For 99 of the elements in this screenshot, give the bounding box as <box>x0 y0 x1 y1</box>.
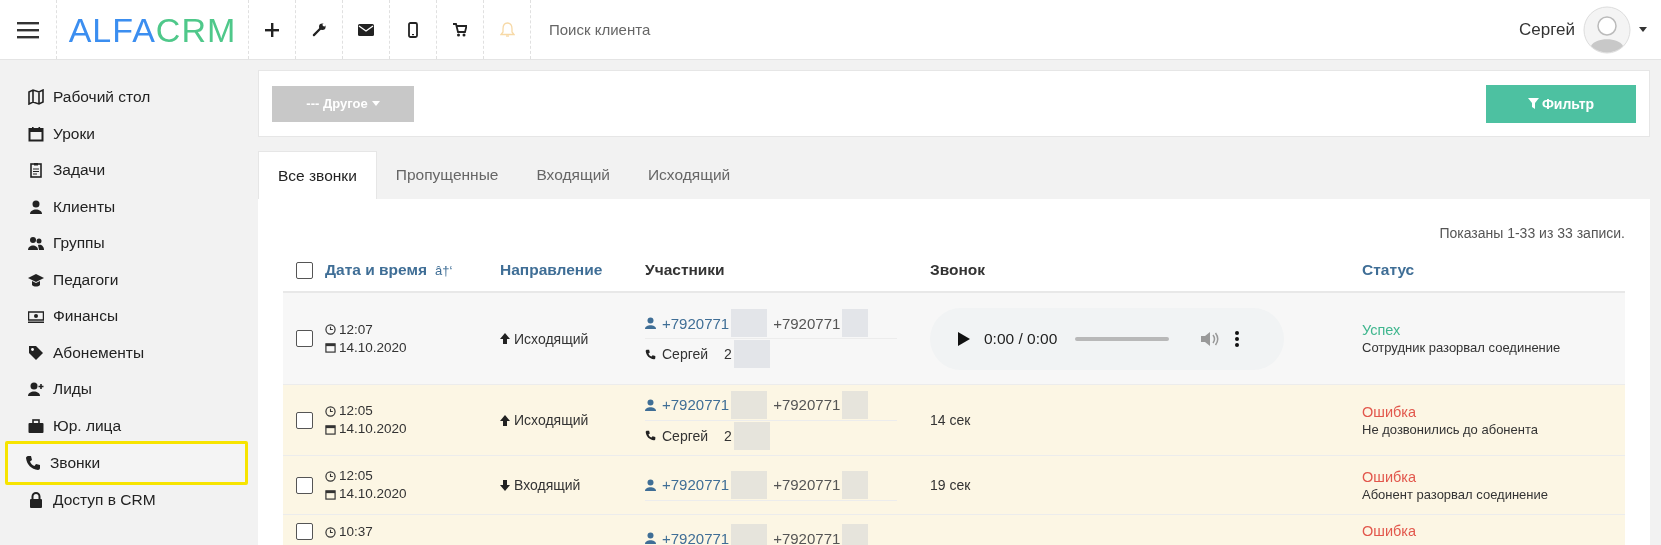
call-date: 14.10.2020 <box>339 338 407 357</box>
sidebar-icon <box>28 492 44 509</box>
sidebar-item[interactable]: Задачи <box>5 152 248 189</box>
sidebar-icon <box>28 198 44 215</box>
row-checkbox[interactable] <box>295 476 313 494</box>
row-checkbox[interactable] <box>295 411 313 429</box>
sidebar-item[interactable]: Лиды <box>5 371 248 408</box>
call-time: 10:37 <box>339 523 373 541</box>
call-duration: 14 сек <box>930 412 971 428</box>
sidebar-item[interactable]: Доступ в CRM <box>5 482 248 519</box>
person-icon <box>645 478 656 491</box>
caret-icon[interactable] <box>1639 27 1647 32</box>
wrench-icon[interactable] <box>311 22 327 37</box>
audio-player[interactable]: 0:00 / 0:00 <box>930 307 1284 370</box>
phone-number: +7920771 <box>773 529 841 545</box>
client-phone[interactable]: +7920771 <box>662 529 730 545</box>
sidebar-item[interactable]: Звонки <box>5 441 248 485</box>
sidebar-item[interactable]: Абонементы <box>5 334 248 371</box>
cart-icon[interactable] <box>453 22 467 37</box>
sidebar-icon <box>28 271 44 288</box>
client-phone[interactable]: +7920771 <box>662 314 730 332</box>
call-date: 14.10.2020 <box>339 420 407 438</box>
user-name[interactable]: Сергей <box>1519 19 1575 40</box>
column-header: Участники <box>645 261 725 279</box>
call-duration: 19 сек <box>930 477 971 493</box>
column-header: Звонок <box>930 261 986 279</box>
sidebar-icon <box>28 89 44 106</box>
calendar-icon <box>325 488 336 500</box>
clock-icon <box>325 405 336 417</box>
call-direction: Входящий <box>514 477 581 493</box>
status-title: Ошибка <box>1362 403 1418 420</box>
sidebar-icon <box>28 308 44 325</box>
envelope-icon[interactable] <box>358 23 374 36</box>
employee-extension: 2 <box>724 427 732 444</box>
sidebar-item[interactable]: Финансы <box>5 298 248 335</box>
status-title: Ошибка <box>1362 523 1418 539</box>
person-icon <box>645 532 656 544</box>
tab[interactable]: Исходящий <box>628 151 750 199</box>
call-time: 12:07 <box>339 320 373 339</box>
sidebar-icon <box>28 162 44 179</box>
column-header[interactable]: Дата и время <box>325 261 427 279</box>
search-field[interactable]: Поиск клиента <box>547 0 851 59</box>
menu-icon[interactable] <box>17 20 39 39</box>
play-icon[interactable] <box>958 331 970 346</box>
call-direction: Исходящий <box>514 330 589 347</box>
calendar-icon <box>325 423 336 435</box>
plus-icon[interactable] <box>265 22 279 37</box>
column-header[interactable]: Статус <box>1362 261 1415 279</box>
sidebar-item[interactable]: Педагоги <box>5 261 248 298</box>
call-time: 12:05 <box>339 402 373 420</box>
status-detail: Не дозвонились до абонента <box>1362 421 1539 437</box>
tab[interactable]: Все звонки <box>258 151 377 199</box>
sidebar-icon <box>28 417 44 434</box>
row-checkbox[interactable] <box>295 330 313 347</box>
status-title: Ошибка <box>1362 468 1418 485</box>
phone-icon <box>645 430 656 441</box>
sidebar-item[interactable]: Рабочий стол <box>5 79 248 116</box>
sidebar-item[interactable]: Группы <box>5 225 248 262</box>
sidebar-icon <box>25 455 41 471</box>
column-header[interactable]: Направление <box>500 261 603 279</box>
client-phone[interactable]: +7920771 <box>662 396 730 413</box>
sidebar-icon <box>28 381 44 398</box>
clock-icon <box>325 470 336 482</box>
call-time: 12:05 <box>339 467 373 485</box>
sidebar-icon <box>28 235 44 252</box>
client-phone[interactable]: +7920771 <box>662 476 730 493</box>
person-icon <box>645 317 656 329</box>
sidebar-icon <box>28 344 44 361</box>
clock-icon <box>325 526 336 538</box>
status-detail: Сотрудник разорвал соединение <box>1362 340 1562 355</box>
call-direction: Исходящий <box>514 412 589 428</box>
records-summary: Показаны 1-33 из 33 записи. <box>1439 225 1625 241</box>
phone-icon <box>645 348 656 360</box>
caret-icon <box>371 101 380 106</box>
employee-name: Сергей <box>662 346 709 362</box>
row-checkbox[interactable] <box>295 523 313 540</box>
clock-icon <box>325 324 336 335</box>
sidebar-item[interactable]: Уроки <box>5 115 248 152</box>
status-title: Успех <box>1362 322 1402 338</box>
calendar-icon <box>325 342 336 353</box>
tab[interactable]: Пропущенные <box>376 151 518 199</box>
sidebar-item[interactable]: Юр. лица <box>5 407 248 444</box>
playback-time: 0:00 / 0:00 <box>984 329 1058 348</box>
sidebar-item[interactable]: Клиенты <box>5 188 248 225</box>
phone-icon[interactable] <box>408 21 418 38</box>
phone-number: +7920771 <box>773 476 841 493</box>
status-detail: Абонент разорвал соединение <box>1362 486 1550 502</box>
funnel-icon <box>1527 98 1539 109</box>
sidebar-icon <box>28 125 44 142</box>
tab[interactable]: Входящий <box>517 151 629 199</box>
sort-mark[interactable]: â†‘ <box>434 262 453 278</box>
more-icon[interactable] <box>1235 330 1240 347</box>
phone-number: +7920771 <box>773 314 841 332</box>
select-all-checkbox[interactable] <box>295 261 313 279</box>
person-icon <box>645 398 656 411</box>
call-date: 14.10.2020 <box>339 485 407 503</box>
employee-extension: 2 <box>724 346 732 362</box>
employee-name: Сергей <box>662 427 709 444</box>
phone-number: +7920771 <box>773 396 841 413</box>
